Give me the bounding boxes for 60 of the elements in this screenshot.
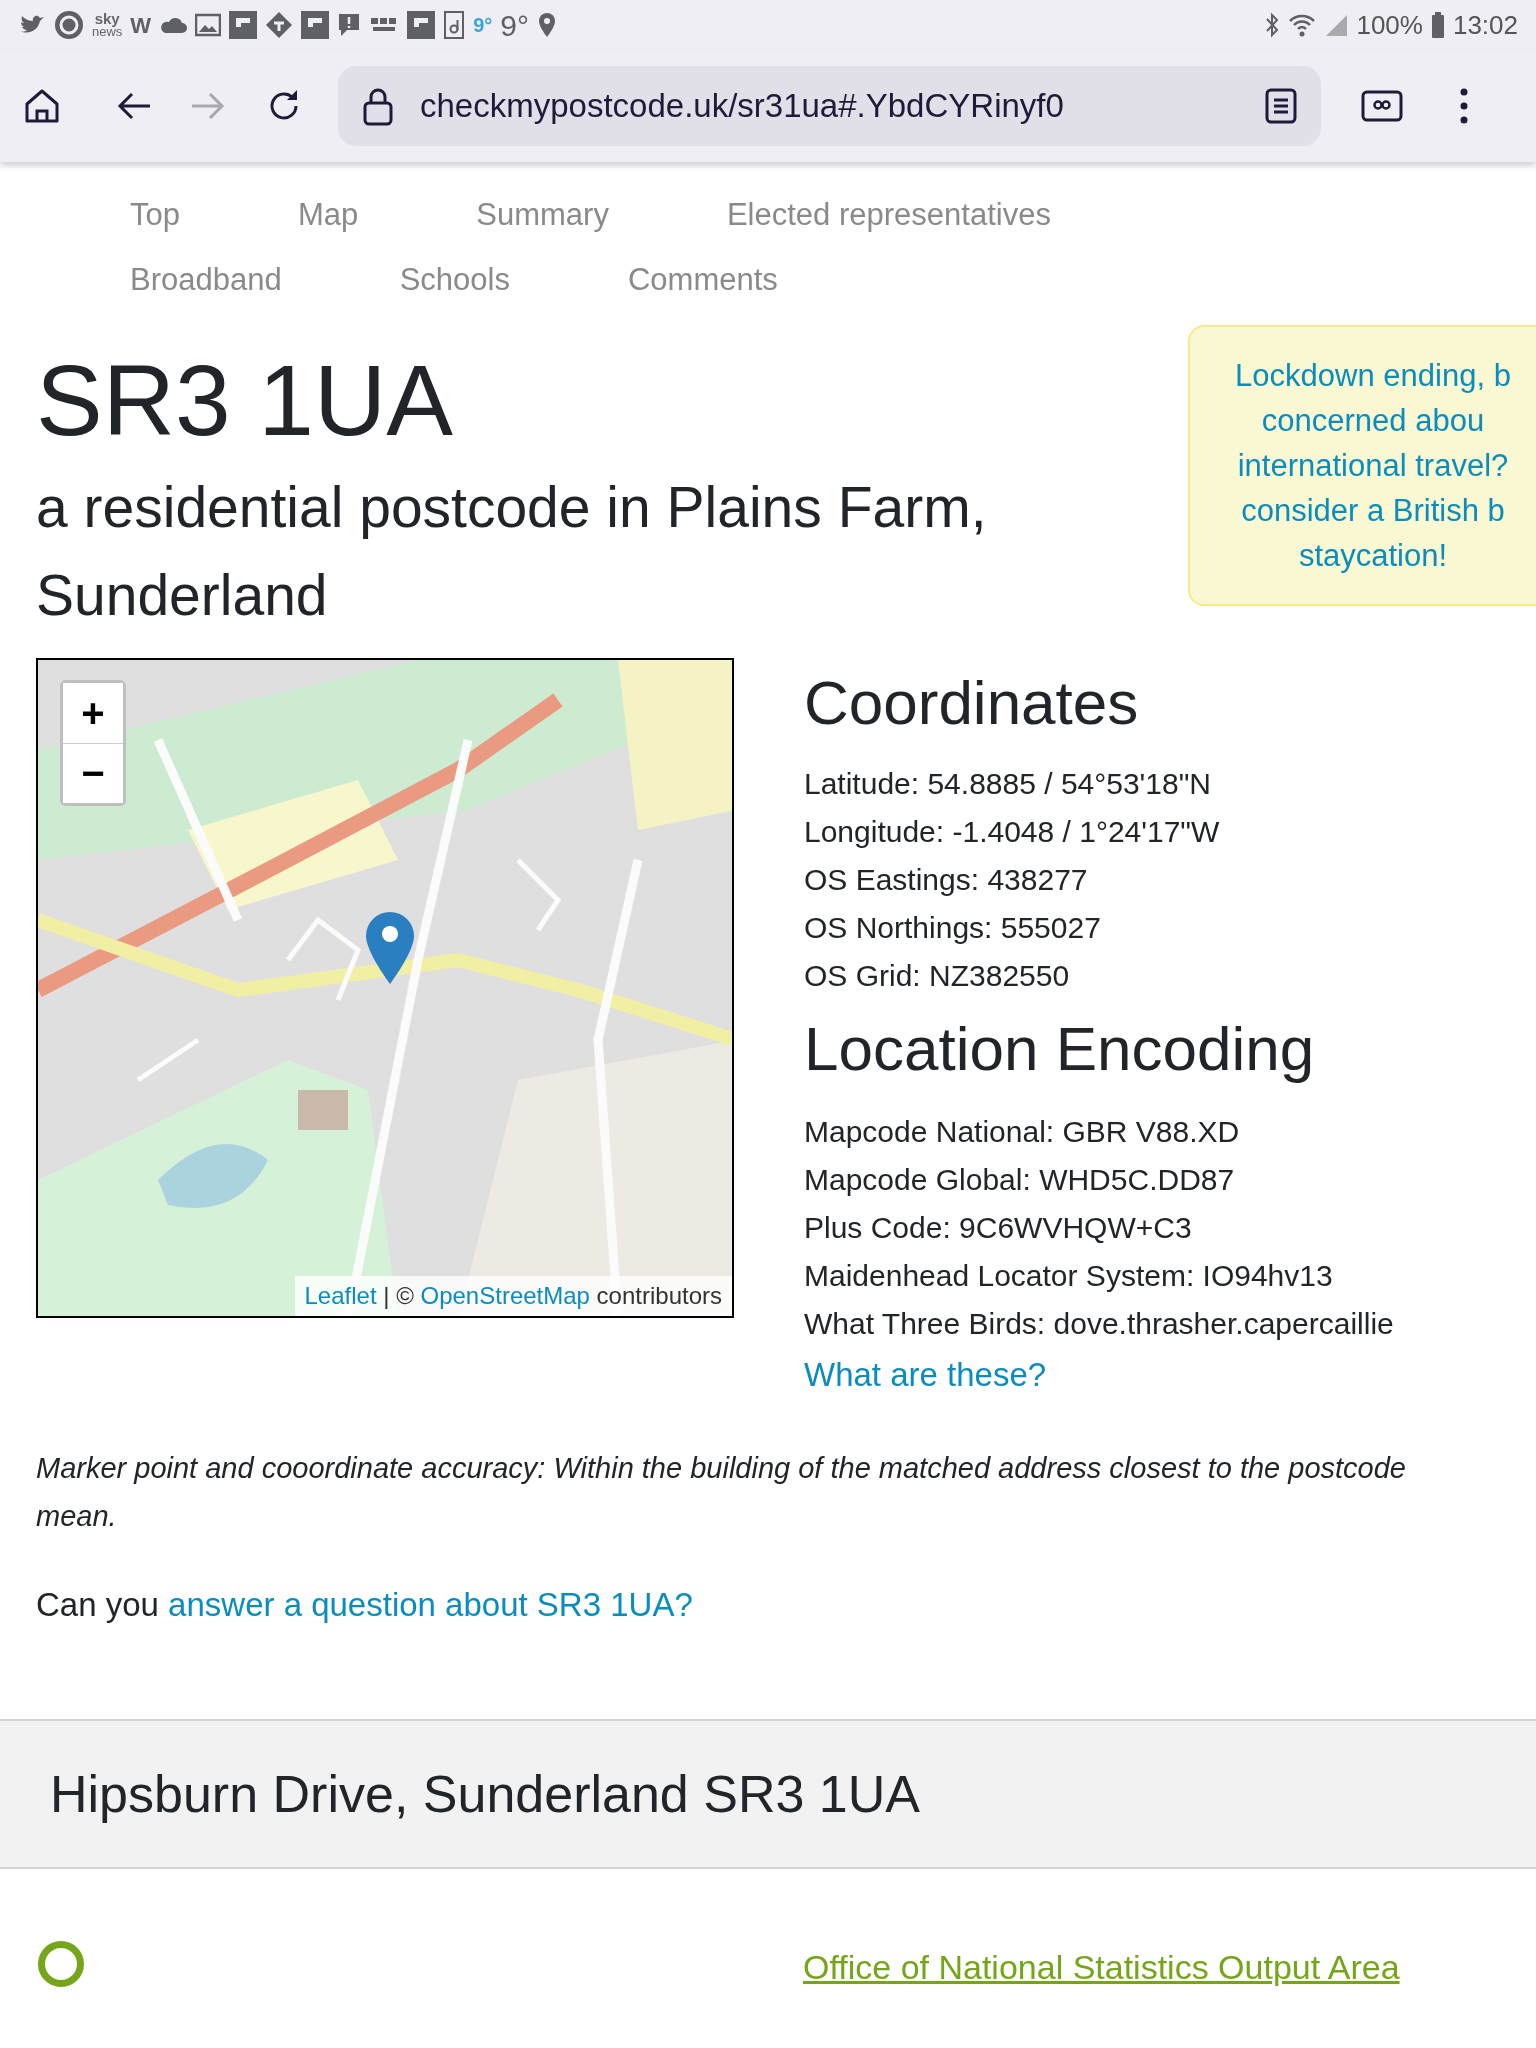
square-logo-icon	[301, 11, 330, 39]
section-heading: Coordinates	[804, 666, 1140, 739]
address-heading: Hipsburn Drive, Sunderland SR3 1UA	[50, 1764, 920, 1826]
map-pin-icon	[364, 909, 416, 986]
question-link[interactable]: answer a question about SR3 1UA?	[168, 1585, 693, 1623]
clock-time: 13:02	[1452, 8, 1518, 42]
wifi-icon	[1288, 13, 1317, 37]
encoding-text: Plus Code: 9C6WVHQW+C3	[804, 1210, 1193, 1247]
reader-view-icon[interactable]	[1265, 88, 1297, 124]
url-text: checkmypostcode.uk/sr31ua#.YbdCYRinyf0	[420, 86, 1065, 127]
map-attribution: Leaflet | © OpenStreetMap contributors	[294, 1275, 732, 1316]
question-text: Can you answer a question about SR3 1UA?	[36, 1584, 694, 1625]
weather-text: 9°	[500, 7, 529, 44]
nav-link-text[interactable]: Comments	[628, 256, 778, 303]
postcode-subtitle: a residential postcode in Plains Farm, Sunderland	[36, 474, 988, 630]
weather-text: 9°	[473, 13, 493, 38]
tabs-icon[interactable]	[1361, 90, 1403, 122]
app-letter: W	[130, 11, 152, 40]
openstreetmap-link[interactable]: OpenStreetMap	[420, 1281, 590, 1309]
location-pin-icon	[536, 12, 557, 38]
nav-link-text[interactable]: Broadband	[130, 256, 282, 303]
cloud-icon	[159, 15, 188, 35]
coordinate-text: Latitude: 54.8885 / 54°53'18"N	[804, 766, 1213, 803]
nav-link-text[interactable]: Map	[298, 192, 359, 239]
encoding-text: Mapcode Global: WHD5C.DD87	[804, 1162, 1236, 1199]
nav-link-text[interactable]: Summary	[476, 192, 609, 239]
document-icon	[443, 10, 466, 40]
bluetooth-icon	[1264, 12, 1281, 38]
message-icon	[337, 12, 362, 38]
postcode-title: SR3 1UA	[36, 345, 454, 455]
encoding-text: What Three Birds: dove.thrasher.capercaillie	[804, 1306, 1394, 1343]
encoding-text: Mapcode National: GBR V88.XD	[804, 1114, 1241, 1151]
menu-icon[interactable]	[1459, 86, 1469, 126]
encoding-text: Maidenhead Locator System: IO94hv13	[804, 1258, 1334, 1295]
coordinate-text: OS Northings: 555027	[804, 910, 1102, 947]
nav-link-text[interactable]: Elected representatives	[726, 192, 1051, 239]
square-logo-icon	[229, 11, 258, 39]
sky-news-logo: sky news	[92, 12, 123, 38]
image-icon	[195, 13, 222, 37]
help-link[interactable]: What are these?	[804, 1350, 1047, 1400]
coordinate-text: OS Eastings: 438277	[804, 862, 1089, 899]
zoom-out-button[interactable]: −	[63, 742, 123, 803]
accuracy-note: Marker point and cooordinate accuracy: Within the building of the matched address closest to the postcode mean.	[36, 1450, 1407, 1534]
padlock-icon	[362, 86, 394, 126]
coordinate-text: Longitude: -1.4048 / 1°24'17"W	[804, 814, 1221, 851]
leaflet-link[interactable]: Leaflet	[304, 1281, 377, 1309]
battery-icon	[1430, 12, 1445, 38]
section-link[interactable]: Office of National Statistics Output Area	[803, 1946, 1400, 1988]
battery-percent: 100%	[1356, 8, 1423, 42]
nav-link-text[interactable]: Schools	[399, 256, 510, 303]
coordinate-text: OS Grid: NZ382550	[804, 958, 1071, 995]
promo-banner[interactable]: Lockdown ending, b concerned abou international travel? consider a British b staycation!	[1188, 325, 1536, 606]
square-logo-icon	[407, 11, 436, 39]
nav-link-text[interactable]: Top	[130, 192, 180, 239]
section-heading: Location Encoding	[804, 1013, 1316, 1086]
circle-logo-icon	[54, 10, 84, 40]
address-bar[interactable]: checkmypostcode.uk/sr31ua#.YbdCYRinyf0	[338, 66, 1321, 146]
signal-icon	[1324, 13, 1349, 37]
circle-icon	[38, 1941, 84, 1988]
diamond-logo-icon	[265, 11, 294, 39]
